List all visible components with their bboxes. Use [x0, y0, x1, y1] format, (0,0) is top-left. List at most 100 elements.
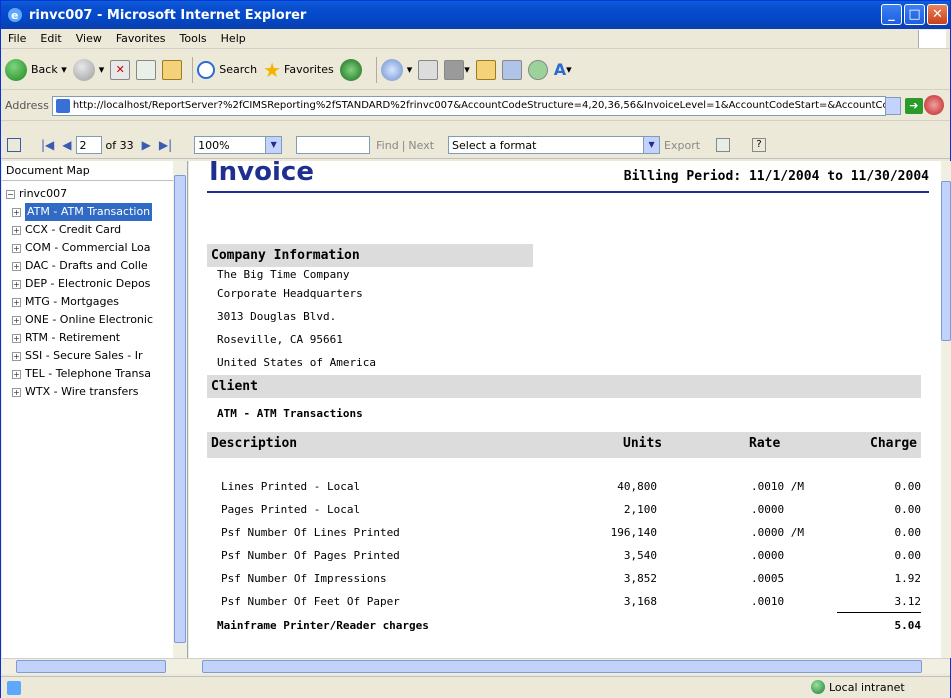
expand-icon[interactable]: +	[12, 243, 21, 253]
expand-icon[interactable]: +	[12, 315, 21, 325]
address-input[interactable]: http://localhost/ReportServer?%2fCIMSRep…	[51, 95, 886, 116]
zone-label: Local intranet	[829, 680, 905, 694]
scrollbar-thumb[interactable]	[941, 181, 951, 341]
next-link[interactable]: Next	[408, 139, 434, 152]
search-label: Search	[219, 63, 258, 76]
expand-icon[interactable]: +	[12, 225, 21, 235]
menu-view[interactable]: View	[69, 32, 109, 45]
row-description: Psf Number Of Pages Printed	[221, 549, 400, 562]
tree-item[interactable]: + DAC - Drafts and Colle	[6, 257, 176, 275]
expand-icon[interactable]: +	[12, 279, 21, 289]
toolbar-separator	[375, 56, 377, 83]
expand-icon[interactable]: +	[12, 369, 21, 379]
print-button[interactable]	[418, 59, 439, 80]
tree-item[interactable]: + COM - Commercial Loa	[6, 239, 176, 257]
favorites-button[interactable]: ★ Favorites	[263, 58, 334, 82]
row-charge: 0.00	[894, 549, 922, 562]
chevron-down-icon: ▼	[643, 137, 660, 153]
report-vertical-scrollbar[interactable]	[941, 161, 951, 658]
research-button[interactable]	[501, 59, 522, 80]
tree-item[interactable]: + RTM - Retirement	[6, 329, 176, 347]
tree-item-label: ONE - Online Electronic	[25, 313, 153, 326]
tree-item[interactable]: + ONE - Online Electronic	[6, 311, 176, 329]
refresh-report-icon[interactable]	[716, 138, 731, 152]
font-size-button[interactable]: A ▾	[554, 60, 572, 79]
acrobat-icon[interactable]	[924, 95, 944, 115]
document-map-toggle-icon[interactable]	[7, 138, 21, 152]
row-charge: 1.92	[894, 572, 922, 585]
company-line: United States of America	[217, 356, 376, 369]
tree-item[interactable]: + MTG - Mortgages	[6, 293, 176, 311]
edit-icon	[444, 59, 465, 80]
go-arrow-icon: ➔	[904, 97, 923, 114]
menu-tools[interactable]: Tools	[173, 32, 214, 45]
forward-button[interactable]: ▾	[72, 58, 104, 81]
refresh-button[interactable]	[136, 59, 157, 80]
scrollbar-thumb[interactable]	[174, 175, 186, 643]
previous-page-icon[interactable]: ◀	[62, 138, 71, 152]
page-number-input[interactable]	[75, 136, 102, 154]
history-button[interactable]	[339, 58, 366, 81]
next-page-icon[interactable]: ▶	[142, 138, 151, 152]
collapse-icon[interactable]: −	[6, 190, 15, 199]
company-line: 3013 Douglas Blvd.	[217, 310, 337, 323]
address-bar: Address http://localhost/ReportServer?%2…	[1, 91, 950, 121]
edit-button[interactable]: ▾	[444, 59, 470, 80]
row-description: Pages Printed - Local	[221, 503, 361, 516]
format-select[interactable]: Select a format ▼	[448, 136, 661, 154]
find-link[interactable]: Find	[376, 139, 399, 152]
browser-window: e rinvc007 - Microsoft Internet Explorer…	[0, 0, 951, 698]
page-title: Invoice	[209, 161, 314, 187]
horizontal-scrollbar[interactable]	[2, 658, 950, 674]
report-hscroll-thumb[interactable]	[202, 660, 922, 673]
tree-item[interactable]: + WTX - Wire transfers	[6, 383, 176, 401]
document-map-scrollbar[interactable]	[173, 161, 187, 658]
stop-button[interactable]: ✕	[110, 59, 131, 80]
expand-icon[interactable]: +	[12, 351, 21, 361]
minimize-icon: _	[888, 7, 895, 22]
maximize-button[interactable]: □	[904, 4, 925, 25]
help-icon[interactable]: ?	[752, 138, 767, 152]
tree-item[interactable]: + ATM - ATM Transaction	[6, 203, 176, 221]
tree-item[interactable]: + DEP - Electronic Depos	[6, 275, 176, 293]
zoom-select[interactable]: 100% ▼	[194, 136, 283, 154]
discuss-button[interactable]	[475, 59, 496, 80]
menu-file[interactable]: File	[1, 32, 33, 45]
document-map-tree: − rinvc007 + ATM - ATM Transaction + CCX - …	[2, 181, 187, 405]
tree-item[interactable]: + CCX - Credit Card	[6, 221, 176, 239]
docmap-hscroll-thumb[interactable]	[16, 660, 166, 673]
expand-icon[interactable]: +	[12, 387, 21, 397]
search-button[interactable]: Search	[197, 60, 258, 79]
row-rate: .0000	[751, 549, 785, 562]
home-button[interactable]	[162, 59, 183, 80]
row-rate: .0000	[751, 503, 785, 516]
minimize-button[interactable]: _	[881, 4, 902, 25]
toolbar-separator	[192, 56, 194, 83]
refresh-icon	[136, 59, 157, 80]
expand-icon[interactable]: +	[12, 297, 21, 307]
back-button[interactable]: Back ▾	[5, 58, 67, 81]
row-units: 3,852	[623, 572, 657, 585]
favorites-star-icon: ★	[263, 57, 282, 82]
menu-favorites[interactable]: Favorites	[109, 32, 173, 45]
tree-root[interactable]: − rinvc007	[6, 185, 176, 203]
first-page-icon[interactable]: |◀	[41, 138, 54, 152]
window-title: rinvc007 - Microsoft Internet Explorer	[29, 7, 307, 23]
last-page-icon[interactable]: ▶|	[159, 138, 172, 152]
export-link[interactable]: Export	[664, 139, 700, 152]
find-input[interactable]	[296, 136, 371, 154]
tree-item[interactable]: + SSI - Secure Sales - Ir	[6, 347, 176, 365]
expand-icon[interactable]: +	[12, 333, 21, 343]
menu-help[interactable]: Help	[214, 32, 253, 45]
row-description: Psf Number Of Lines Printed	[221, 526, 400, 539]
expand-icon[interactable]: +	[12, 261, 21, 271]
subtotal-rule	[837, 612, 921, 613]
tree-item[interactable]: + TEL - Telephone Transa	[6, 365, 176, 383]
expand-icon[interactable]: +	[12, 207, 21, 217]
messenger-button[interactable]	[527, 59, 548, 80]
address-dropdown-button[interactable]	[884, 96, 901, 115]
mail-button[interactable]: ▾	[380, 58, 412, 81]
home-icon	[162, 59, 183, 80]
close-button[interactable]: ✕	[927, 4, 948, 25]
menu-edit[interactable]: Edit	[33, 32, 68, 45]
